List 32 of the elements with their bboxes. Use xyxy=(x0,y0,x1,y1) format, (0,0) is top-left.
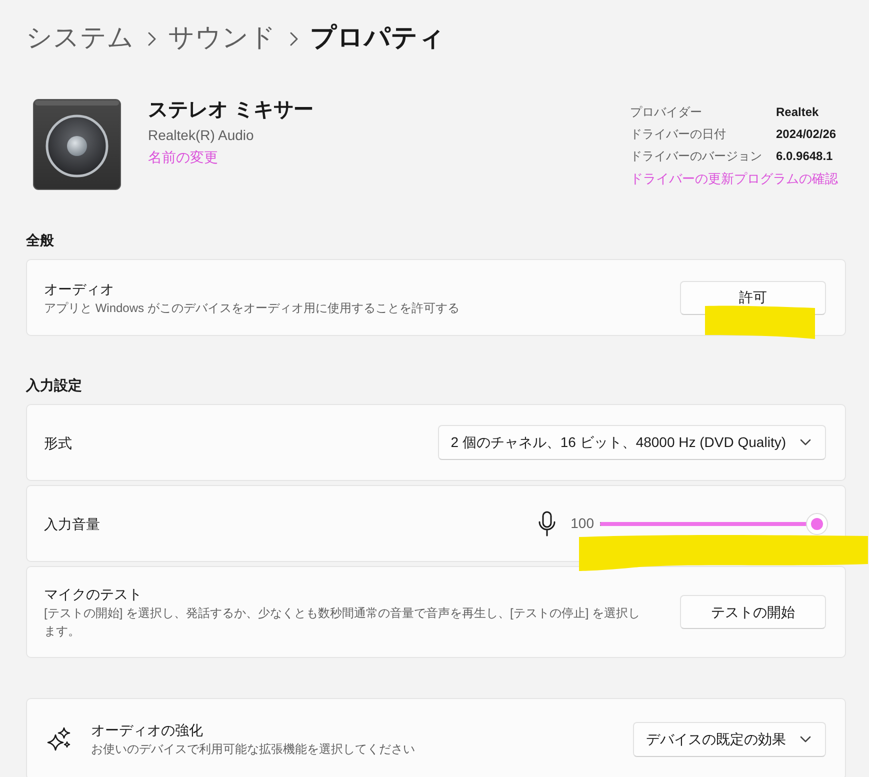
setting-description: アプリと Windows がこのデバイスをオーディオ用に使用することを許可する xyxy=(44,300,460,316)
driver-info-value: 2024/02/26 xyxy=(776,126,836,143)
setting-title: オーディオ xyxy=(44,280,114,298)
volume-reading: 100 xyxy=(570,514,594,533)
chevron-down-icon xyxy=(800,439,811,446)
setting-description: お使いのデバイスで利用可能な拡張機能を選択してください xyxy=(91,741,415,758)
section-heading: 入力設定 xyxy=(26,376,82,395)
setting-title: 入力音量 xyxy=(44,514,100,534)
action-button[interactable]: テストの開始 xyxy=(680,595,826,629)
volume-slider-thumb[interactable] xyxy=(806,512,828,534)
setting-title: 形式 xyxy=(44,434,72,452)
breadcrumb-item: プロパティ xyxy=(310,21,445,54)
breadcrumb-item[interactable]: サウンド xyxy=(168,14,276,60)
dropdown[interactable]: 2 個のチャネル、16 ビット、48000 Hz (DVD Quality) xyxy=(438,425,826,460)
driver-info-label: プロバイダー xyxy=(630,104,703,121)
section-heading: 全般 xyxy=(26,231,54,250)
setting-title: オーディオの強化 xyxy=(91,721,203,740)
driver-info-label: ドライバーのバージョン xyxy=(630,148,762,165)
device-name: ステレオ ミキサー xyxy=(148,98,314,123)
chevron-down-icon xyxy=(800,736,811,742)
microphone-icon xyxy=(538,510,556,536)
chevron-right-icon xyxy=(290,32,298,46)
breadcrumb-item[interactable]: システム xyxy=(26,14,134,60)
chevron-right-icon xyxy=(148,32,156,46)
driver-info-label: ドライバーの日付 xyxy=(630,126,727,143)
driver-info-value: Realtek xyxy=(776,104,820,121)
dropdown[interactable]: デバイスの既定の効果 xyxy=(633,722,826,756)
setting-description: [テストの開始] を選択し、発話するか、少なくとも数秒間通常の音量で音声を再生し、[テストの停止] を選択します。 xyxy=(44,605,642,640)
device-subtitle: Realtek(R) Audio xyxy=(148,126,254,145)
setting-title: マイクのテスト xyxy=(44,585,142,604)
driver-info-value: 6.0.9648.1 xyxy=(776,148,834,165)
speaker-icon xyxy=(33,99,121,190)
